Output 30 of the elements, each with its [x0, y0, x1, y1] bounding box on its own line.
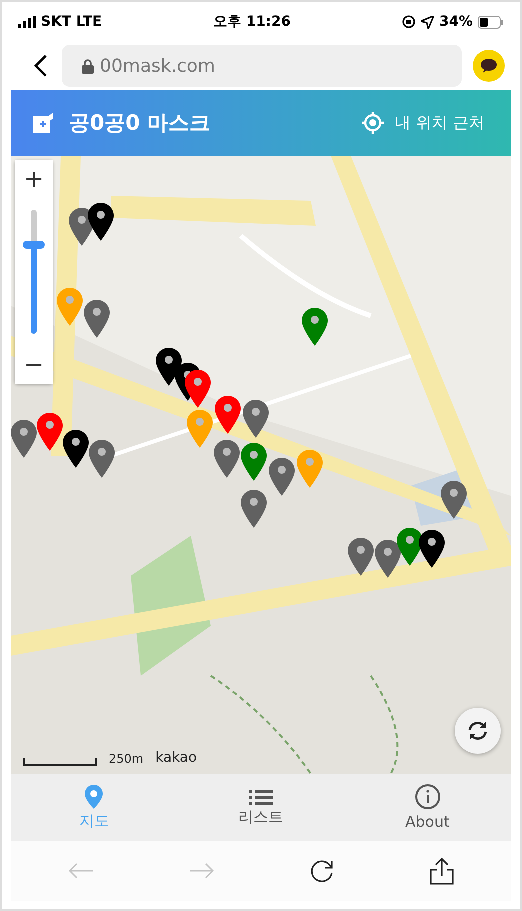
zoom-out-button[interactable]: − [15, 346, 53, 384]
info-icon [414, 784, 441, 810]
map-pin[interactable] [156, 348, 182, 386]
battery-icon [478, 16, 504, 28]
signal-icon [18, 16, 36, 28]
map-pin[interactable] [88, 203, 114, 241]
map-pin[interactable] [397, 528, 423, 566]
map-pin[interactable] [63, 430, 89, 468]
map-pin[interactable] [419, 530, 445, 568]
location-arrow-icon [421, 16, 434, 28]
medical-bag-icon [31, 111, 55, 135]
battery-percent: 34% [439, 14, 473, 30]
clock: 오후 11:26 [214, 13, 291, 31]
map-attribution: kakao [156, 750, 198, 766]
tab[interactable]: 리스트 [178, 774, 344, 841]
scale-label: 250m [109, 752, 144, 766]
lock-icon [82, 58, 94, 74]
pin-icon [85, 784, 104, 808]
chat-icon[interactable] [472, 49, 506, 83]
refresh-icon [467, 720, 489, 742]
tab[interactable]: About [344, 774, 512, 841]
carrier-label: SKT LTE [41, 14, 102, 30]
list-icon [249, 788, 273, 804]
zoom-in-button[interactable]: + [15, 160, 53, 198]
map-pin[interactable] [185, 370, 211, 408]
app-title: 공0공0 마스크 [69, 110, 212, 137]
rotation-lock-icon [402, 15, 416, 29]
locate-icon [360, 111, 385, 135]
url-text: 00mask.com [100, 56, 216, 76]
address-bar[interactable]: 00mask.com [62, 45, 462, 87]
